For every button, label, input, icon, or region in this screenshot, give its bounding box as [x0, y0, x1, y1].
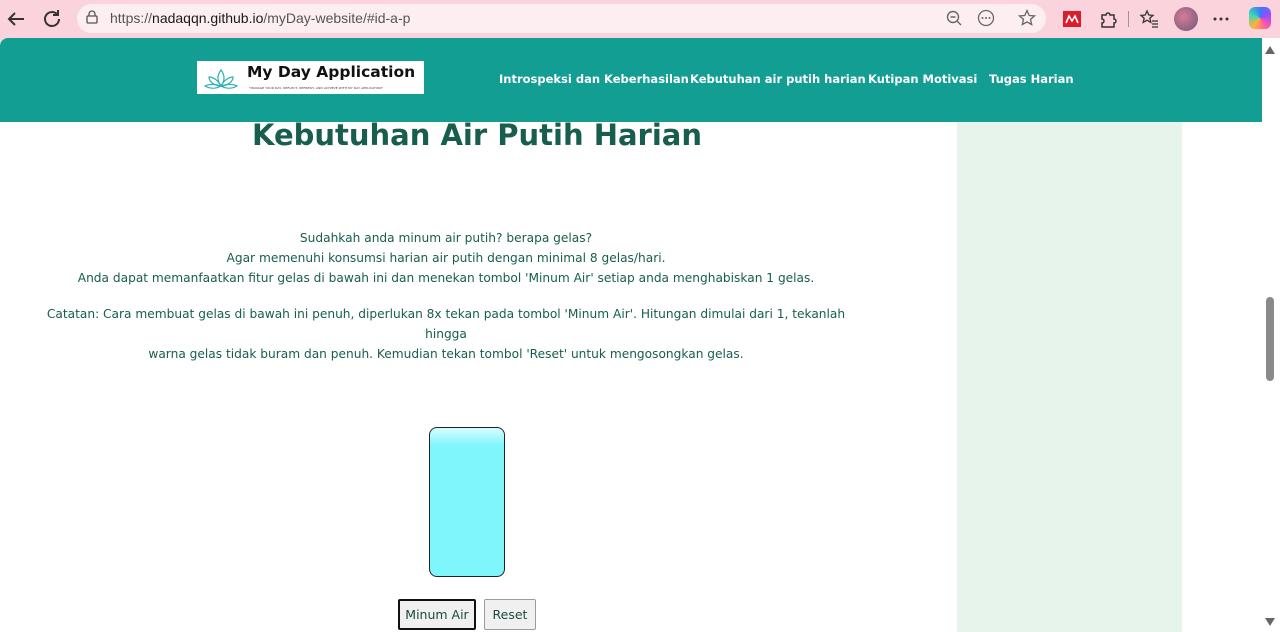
intro-line: Agar memenuhi konsumsi harian air putih …: [226, 251, 666, 265]
toolbar-divider: [1128, 11, 1129, 27]
intro-text: Sudahkah anda minum air putih? berapa ge…: [40, 228, 852, 288]
nav-introspeksi[interactable]: Introspeksi dan Keberhasilan: [499, 72, 689, 86]
note-text: Catatan: Cara membuat gelas di bawah ini…: [40, 304, 852, 364]
back-icon[interactable]: [4, 7, 28, 31]
site-logo[interactable]: My Day Application "MANAGE YOUR DAY, REF…: [197, 61, 424, 94]
intro-line: Sudahkah anda minum air putih? berapa ge…: [299, 231, 593, 245]
copilot-icon[interactable]: [1249, 7, 1271, 29]
star-icon[interactable]: [1018, 9, 1036, 27]
water-glass: [429, 427, 505, 577]
scroll-up-icon[interactable]: [1265, 46, 1275, 54]
brand-tagline: "MANAGE YOUR DAY, REFLECT, REFRESH, AND …: [249, 86, 384, 90]
address-bar[interactable]: https://nadaqqn.github.io/myDay-website/…: [77, 4, 1046, 33]
zoom-out-icon[interactable]: [945, 9, 963, 27]
page-scrollbar[interactable]: [1262, 38, 1280, 632]
page-viewport: My Day Application "MANAGE YOUR DAY, REF…: [0, 38, 1262, 632]
url-text: https://nadaqqn.github.io/myDay-website/…: [110, 10, 411, 26]
minum-air-button[interactable]: Minum Air: [398, 599, 476, 630]
brand-name: My Day Application: [247, 63, 416, 81]
extension-red-icon[interactable]: [1062, 9, 1082, 29]
site-header: My Day Application "MANAGE YOUR DAY, REF…: [0, 38, 1262, 122]
puzzle-icon[interactable]: [1098, 9, 1118, 29]
refresh-icon[interactable]: [40, 7, 64, 31]
note-line: Catatan: Cara membuat gelas di bawah ini…: [46, 307, 846, 341]
sidebar-panel: [957, 122, 1182, 632]
favorites-icon[interactable]: [1139, 9, 1159, 29]
scrollbar-thumb[interactable]: [1266, 297, 1274, 381]
browser-toolbar: https://nadaqqn.github.io/myDay-website/…: [0, 0, 1280, 38]
lotus-icon: [203, 69, 239, 89]
menu-dots-icon[interactable]: [1211, 9, 1231, 29]
profile-avatar[interactable]: [1174, 7, 1198, 31]
nav-kebutuhan-air[interactable]: Kebutuhan air putih harian: [690, 72, 866, 86]
note-line: warna gelas tidak buram dan penuh. Kemud…: [148, 347, 744, 361]
nav-tugas-harian[interactable]: Tugas Harian: [989, 72, 1074, 86]
more-icon[interactable]: [977, 9, 995, 27]
lock-icon[interactable]: [85, 10, 99, 24]
page-title: Kebutuhan Air Putih Harian: [251, 118, 703, 152]
intro-line: Anda dapat memanfaatkan fitur gelas di b…: [77, 271, 815, 285]
scroll-down-icon[interactable]: [1265, 618, 1275, 626]
nav-kutipan-motivasi[interactable]: Kutipan Motivasi: [868, 72, 977, 86]
reset-button[interactable]: Reset: [484, 599, 536, 630]
